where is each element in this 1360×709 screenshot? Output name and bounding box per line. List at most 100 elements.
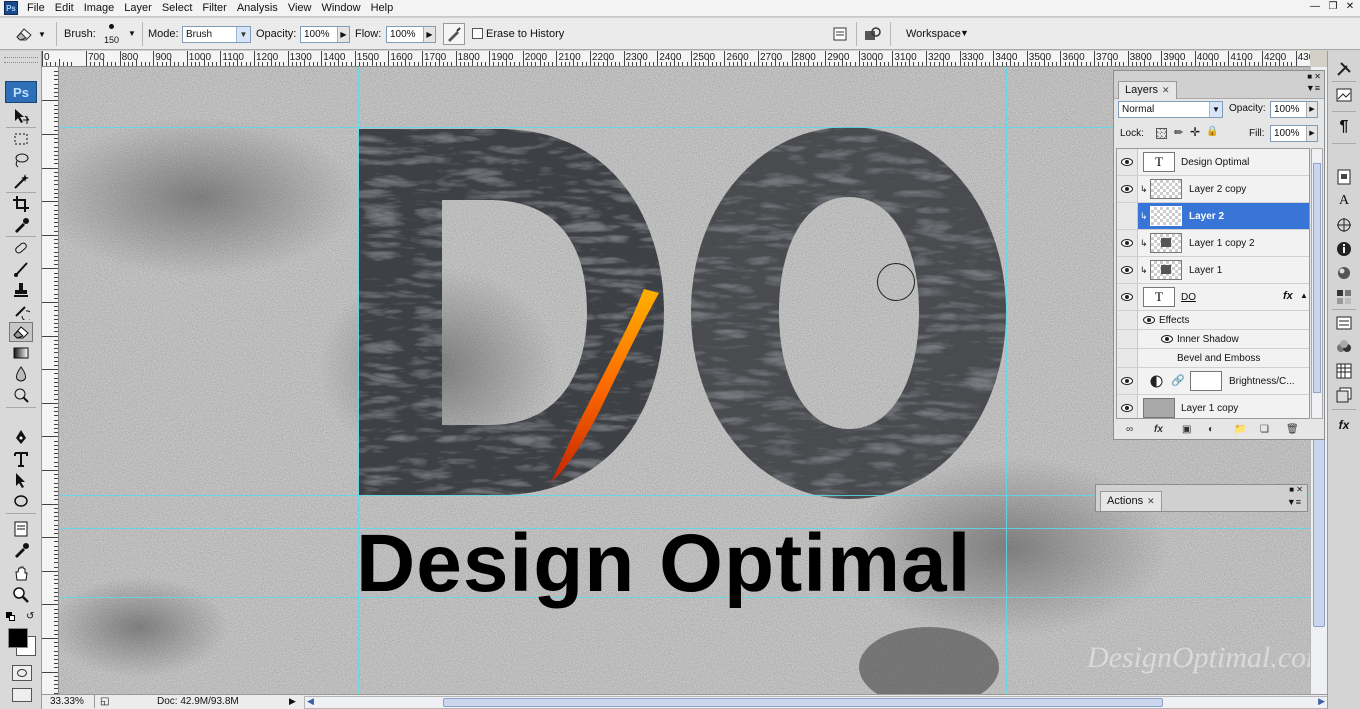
visibility-eye-icon[interactable] — [1121, 404, 1133, 412]
chevron-left-icon[interactable]: ◀ — [307, 696, 314, 707]
delete-layer-icon[interactable]: 🗑 — [1286, 424, 1299, 435]
fx-icon[interactable]: fx — [1283, 290, 1293, 302]
quick-mask-button[interactable] — [12, 665, 32, 681]
chevron-right-icon[interactable]: ▶ — [289, 696, 296, 707]
panel-controls[interactable]: ■ ✕ — [1307, 72, 1321, 81]
swap-colors-icon[interactable]: ↺ — [26, 611, 34, 622]
marquee-tool[interactable] — [9, 129, 33, 149]
layers-scrollbar[interactable] — [1311, 148, 1323, 419]
visibility-eye-icon[interactable] — [1121, 185, 1133, 193]
brush-tool[interactable] — [9, 259, 33, 279]
lock-pixels-icon[interactable]: ✏ — [1174, 126, 1183, 139]
status-menu-icon[interactable]: ◱ — [100, 696, 109, 707]
visibility-eye-icon[interactable] — [1161, 335, 1173, 343]
color-icon[interactable] — [1333, 263, 1355, 283]
paragraph-icon[interactable]: ¶ — [1333, 117, 1355, 137]
new-adjustment-icon[interactable]: ◐ — [1208, 424, 1214, 435]
chevron-right-icon[interactable]: ▶ — [1306, 102, 1317, 117]
adjustments-icon[interactable] — [1333, 337, 1355, 357]
default-colors-icon[interactable] — [6, 612, 16, 622]
clone-source-icon[interactable] — [1333, 167, 1355, 187]
close-icon[interactable]: ✕ — [1343, 1, 1357, 12]
menu-view[interactable]: View — [285, 1, 319, 16]
visibility-eye-icon[interactable] — [1121, 293, 1133, 301]
link-icon[interactable]: 🔗 — [1171, 374, 1185, 387]
minimize-icon[interactable]: — — [1308, 1, 1322, 12]
close-icon[interactable]: ✕ — [1147, 496, 1155, 506]
info-icon[interactable] — [1333, 239, 1355, 259]
close-icon[interactable]: ✕ — [1162, 85, 1170, 95]
menu-filter[interactable]: Filter — [199, 1, 233, 16]
fx-icon[interactable]: fx — [1333, 415, 1355, 435]
panel-grip[interactable] — [4, 57, 38, 63]
tab-layers[interactable]: Layers ✕ — [1118, 81, 1177, 99]
menu-edit[interactable]: Edit — [52, 1, 81, 16]
add-mask-icon[interactable]: ▣ — [1182, 424, 1191, 435]
layer-comps-icon[interactable] — [1333, 385, 1355, 405]
type-tool[interactable] — [9, 449, 33, 469]
layer-row[interactable]: ↳ Layer 1 copy 2 — [1117, 230, 1309, 257]
layer-row-selected[interactable]: ↳ Layer 2 — [1117, 203, 1309, 230]
chevron-up-icon[interactable]: ▲ — [1300, 291, 1308, 300]
layer-row[interactable]: ↳ Layer 2 copy — [1117, 176, 1309, 203]
screen-mode-button[interactable] — [12, 688, 32, 702]
opacity-input[interactable]: 100% ▶ — [300, 26, 350, 43]
dock-tools-icon[interactable] — [1333, 59, 1355, 79]
mode-select[interactable]: Brush ▼ — [182, 26, 251, 43]
chevron-right-icon[interactable]: ▶ — [1318, 696, 1325, 707]
crop-tool[interactable] — [9, 194, 33, 214]
dodge-tool[interactable] — [9, 385, 33, 405]
layer-row[interactable]: T DO fx ▲ — [1117, 284, 1309, 311]
new-layer-icon[interactable]: ❏ — [1260, 424, 1269, 435]
brush-picker[interactable]: 150 ▼ — [100, 21, 138, 47]
menu-image[interactable]: Image — [81, 1, 122, 16]
gradient-tool[interactable] — [9, 343, 33, 363]
chevron-right-icon[interactable]: ▶ — [1306, 126, 1317, 141]
effect-row[interactable]: Bevel and Emboss — [1117, 349, 1309, 368]
tab-actions[interactable]: Actions ✕ — [1100, 491, 1162, 511]
chevron-right-icon[interactable]: ▶ — [337, 27, 349, 42]
layer-row[interactable]: 🔗 Brightness/C... — [1117, 368, 1309, 395]
lock-all-icon[interactable]: 🔒 — [1206, 126, 1218, 137]
magic-wand-tool[interactable] — [9, 171, 33, 191]
lock-transparent-icon[interactable] — [1156, 128, 1167, 139]
layer-row[interactable]: T Design Optimal — [1117, 149, 1309, 176]
foreground-color-swatch[interactable] — [8, 628, 28, 648]
navigator-icon[interactable] — [1333, 85, 1355, 105]
swatches-icon[interactable] — [1333, 287, 1355, 307]
link-layers-icon[interactable]: ∞ — [1126, 424, 1133, 435]
healing-brush-tool[interactable] — [9, 238, 33, 258]
move-tool[interactable] — [9, 106, 33, 126]
visibility-eye-icon[interactable] — [1143, 316, 1155, 324]
panel-menu-icon[interactable]: ▼≡ — [1306, 83, 1320, 93]
menu-analysis[interactable]: Analysis — [234, 1, 285, 16]
menu-file[interactable]: File — [24, 1, 52, 16]
fill-input[interactable]: 100% ▶ — [1270, 125, 1318, 142]
visibility-eye-icon[interactable] — [1121, 266, 1133, 274]
tool-preset-picker[interactable]: ▼ — [14, 24, 54, 44]
layer-row[interactable]: Layer 1 copy — [1117, 395, 1309, 418]
eyedropper-2-tool[interactable] — [9, 540, 33, 560]
new-group-icon[interactable]: 📁 — [1234, 424, 1246, 435]
hand-tool[interactable] — [9, 563, 33, 583]
palette-toggle-button[interactable] — [829, 23, 851, 45]
shape-tool[interactable] — [9, 491, 33, 511]
menu-select[interactable]: Select — [159, 1, 200, 16]
effect-row[interactable]: Inner Shadow — [1117, 330, 1309, 349]
blend-mode-select[interactable]: Normal ▼ — [1118, 101, 1223, 118]
horizontal-scrollbar[interactable]: ◀ ▶ — [304, 696, 1328, 709]
eyedropper-tool[interactable] — [9, 215, 33, 235]
notes-tool[interactable] — [9, 519, 33, 539]
menu-help[interactable]: Help — [368, 1, 401, 16]
history-brush-tool[interactable] — [9, 301, 33, 321]
visibility-eye-icon[interactable] — [1121, 158, 1133, 166]
clone-stamp-tool[interactable] — [9, 280, 33, 300]
styles-icon[interactable] — [1333, 313, 1355, 333]
flow-input[interactable]: 100% ▶ — [386, 26, 436, 43]
panel-controls[interactable]: ■ ✕ — [1289, 485, 1303, 494]
zoom-level[interactable]: 33.33% — [50, 696, 84, 707]
scrollbar-thumb[interactable] — [443, 698, 1163, 707]
menu-window[interactable]: Window — [318, 1, 367, 16]
chevron-right-icon[interactable]: ▶ — [423, 27, 435, 42]
app-icon[interactable]: Ps — [4, 1, 18, 15]
